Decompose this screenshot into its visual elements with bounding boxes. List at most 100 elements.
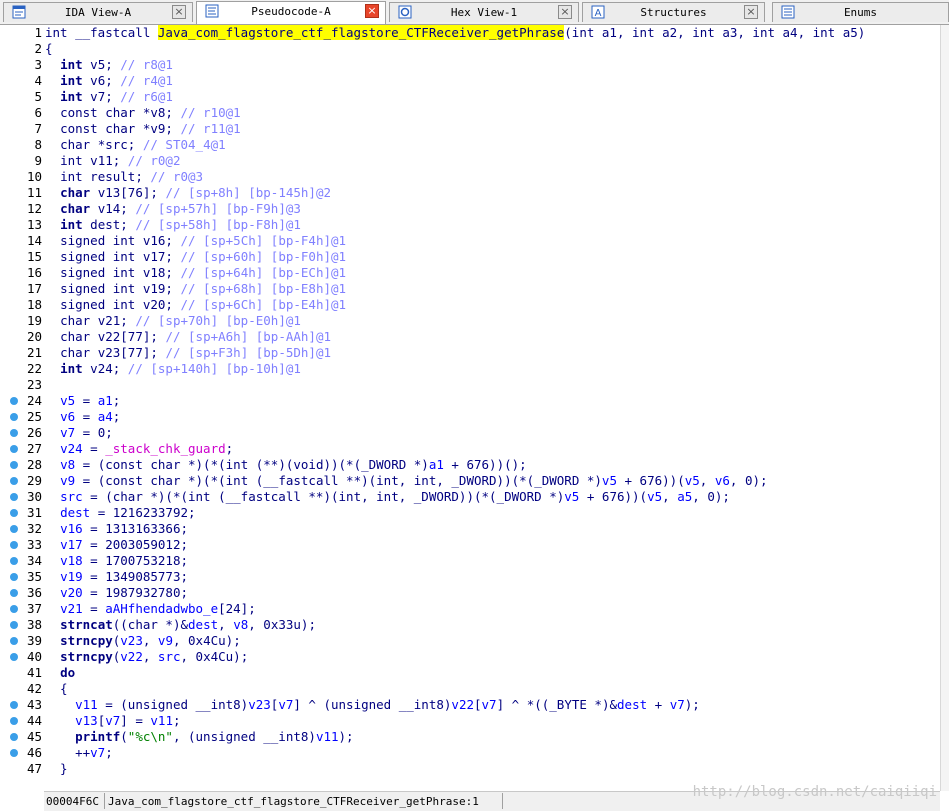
code-token[interactable]: v5 — [602, 473, 617, 488]
code-line[interactable]: 22 int v24; // [sp+140h] [bp-10h]@1 — [0, 361, 940, 377]
code-token[interactable]: dest — [188, 617, 218, 632]
code-line[interactable]: 16 signed int v18; // [sp+64h] [bp-ECh]@… — [0, 265, 940, 281]
code-text[interactable]: char v14; // [sp+57h] [bp-F9h]@3 — [45, 201, 301, 217]
code-text[interactable]: v13[v7] = v11; — [45, 713, 180, 729]
breakpoint-dot-icon[interactable] — [10, 605, 18, 613]
code-text[interactable]: signed int v19; // [sp+68h] [bp-E8h]@1 — [45, 281, 346, 297]
breakpoint-dot-icon[interactable] — [10, 621, 18, 629]
code-line[interactable]: 44 v13[v7] = v11; — [0, 713, 940, 729]
code-token[interactable]: v22 — [451, 697, 474, 712]
code-text[interactable]: v20 = 1987932780; — [45, 585, 188, 601]
code-token[interactable]: v5 — [685, 473, 700, 488]
code-line[interactable]: 47 } — [0, 761, 940, 777]
code-text[interactable]: int result; // r0@3 — [45, 169, 203, 185]
code-token[interactable]: v9 — [60, 473, 75, 488]
code-line[interactable]: 42 { — [0, 681, 940, 697]
code-text[interactable]: } — [45, 761, 68, 777]
close-icon[interactable]: × — [172, 5, 186, 19]
code-token[interactable]: v18 — [60, 553, 83, 568]
close-icon[interactable]: × — [365, 4, 379, 18]
code-token[interactable]: v6 — [715, 473, 730, 488]
code-text[interactable]: char v13[76]; // [sp+8h] [bp-145h]@2 — [45, 185, 331, 201]
code-line[interactable]: 19 char v21; // [sp+70h] [bp-E0h]@1 — [0, 313, 940, 329]
code-text[interactable]: printf("%c\n", (unsigned __int8)v11); — [45, 729, 353, 745]
code-token[interactable]: v9 — [158, 633, 173, 648]
code-text[interactable]: strncpy(v22, src, 0x4Cu); — [45, 649, 248, 665]
code-line[interactable]: 8 char *src; // ST04_4@1 — [0, 137, 940, 153]
code-text[interactable]: char v21; // [sp+70h] [bp-E0h]@1 — [45, 313, 301, 329]
breakpoint-dot-icon[interactable] — [10, 573, 18, 581]
code-text[interactable]: dest = 1216233792; — [45, 505, 195, 521]
code-text[interactable]: const char *v8; // r10@1 — [45, 105, 241, 121]
code-token[interactable]: v6 — [60, 409, 75, 424]
code-line[interactable]: 38 strncat((char *)&dest, v8, 0x33u); — [0, 617, 940, 633]
code-line[interactable]: 34 v18 = 1700753218; — [0, 553, 940, 569]
close-icon[interactable]: × — [558, 5, 572, 19]
code-line[interactable]: 13 int dest; // [sp+58h] [bp-F8h]@1 — [0, 217, 940, 233]
code-text[interactable]: v7 = 0; — [45, 425, 113, 441]
code-token[interactable]: v16 — [60, 521, 83, 536]
code-token[interactable]: v21 — [60, 601, 83, 616]
code-text[interactable]: src = (char *)(*(int (__fastcall **)(int… — [45, 489, 730, 505]
code-text[interactable]: { — [45, 41, 53, 57]
code-text[interactable]: v5 = a1; — [45, 393, 120, 409]
code-text[interactable]: int v7; // r6@1 — [45, 89, 173, 105]
code-line[interactable]: 45 printf("%c\n", (unsigned __int8)v11); — [0, 729, 940, 745]
code-line[interactable]: 23 — [0, 377, 940, 393]
breakpoint-dot-icon[interactable] — [10, 637, 18, 645]
code-line[interactable]: 41 do — [0, 665, 940, 681]
breakpoint-dot-icon[interactable] — [10, 397, 18, 405]
code-text[interactable]: v11 = (unsigned __int8)v23[v7] ^ (unsign… — [45, 697, 700, 713]
code-text[interactable]: int v5; // r8@1 — [45, 57, 173, 73]
code-line[interactable]: 28 v8 = (const char *)(*(int (**)(void))… — [0, 457, 940, 473]
code-line[interactable]: 39 strncpy(v23, v9, 0x4Cu); — [0, 633, 940, 649]
code-token[interactable]: v11 — [150, 713, 173, 728]
code-line[interactable]: 20 char v22[77]; // [sp+A6h] [bp-AAh]@1 — [0, 329, 940, 345]
code-text[interactable]: v9 = (const char *)(*(int (__fastcall **… — [45, 473, 767, 489]
breakpoint-dot-icon[interactable] — [10, 733, 18, 741]
tab-hex-view-1[interactable]: Hex View-1 × — [389, 2, 579, 22]
code-token[interactable]: v19 — [60, 569, 83, 584]
code-line[interactable]: 27 v24 = _stack_chk_guard; — [0, 441, 940, 457]
code-text[interactable]: int v6; // r4@1 — [45, 73, 173, 89]
code-text[interactable]: v8 = (const char *)(*(int (**)(void))(*(… — [45, 457, 527, 473]
code-token[interactable]: a1 — [429, 457, 444, 472]
code-token[interactable]: v11 — [75, 697, 98, 712]
code-token[interactable]: a4 — [98, 409, 113, 424]
code-token[interactable]: v17 — [60, 537, 83, 552]
code-token[interactable]: v7 — [278, 697, 293, 712]
code-line[interactable]: 32 v16 = 1313163366; — [0, 521, 940, 537]
breakpoint-dot-icon[interactable] — [10, 749, 18, 757]
code-line[interactable]: 35 v19 = 1349085773; — [0, 569, 940, 585]
code-token[interactable]: src — [158, 649, 181, 664]
code-text[interactable]: strncat((char *)&dest, v8, 0x33u); — [45, 617, 316, 633]
code-line[interactable]: 31 dest = 1216233792; — [0, 505, 940, 521]
breakpoint-dot-icon[interactable] — [10, 429, 18, 437]
breakpoint-dot-icon[interactable] — [10, 717, 18, 725]
code-text[interactable]: char v22[77]; // [sp+A6h] [bp-AAh]@1 — [45, 329, 331, 345]
code-token[interactable]: v23 — [248, 697, 271, 712]
code-line[interactable]: 25 v6 = a4; — [0, 409, 940, 425]
vertical-scrollbar[interactable] — [940, 25, 949, 791]
code-text[interactable]: ++v7; — [45, 745, 113, 761]
tab-pseudocode-a[interactable]: Pseudocode-A × — [196, 1, 386, 24]
code-line[interactable]: 15 signed int v17; // [sp+60h] [bp-F0h]@… — [0, 249, 940, 265]
breakpoint-dot-icon[interactable] — [10, 653, 18, 661]
code-token[interactable]: src — [60, 489, 83, 504]
code-token[interactable]: v13 — [75, 713, 98, 728]
code-text[interactable]: strncpy(v23, v9, 0x4Cu); — [45, 633, 241, 649]
code-line[interactable]: 6 const char *v8; // r10@1 — [0, 105, 940, 121]
breakpoint-dot-icon[interactable] — [10, 445, 18, 453]
code-line[interactable]: 11 char v13[76]; // [sp+8h] [bp-145h]@2 — [0, 185, 940, 201]
code-line[interactable]: 26 v7 = 0; — [0, 425, 940, 441]
code-text[interactable]: signed int v16; // [sp+5Ch] [bp-F4h]@1 — [45, 233, 346, 249]
breakpoint-dot-icon[interactable] — [10, 557, 18, 565]
code-text[interactable]: signed int v17; // [sp+60h] [bp-F0h]@1 — [45, 249, 346, 265]
breakpoint-dot-icon[interactable] — [10, 525, 18, 533]
code-text[interactable]: char v23[77]; // [sp+F3h] [bp-5Dh]@1 — [45, 345, 331, 361]
pseudocode-view[interactable]: 1 int __fastcall Java_com_flagstore_ctf_f… — [0, 25, 940, 791]
code-line[interactable]: 10 int result; // r0@3 — [0, 169, 940, 185]
code-token[interactable]: dest — [60, 505, 90, 520]
code-text[interactable]: int __fastcall Java_com_flagstore_ctf_fl… — [45, 25, 865, 41]
breakpoint-dot-icon[interactable] — [10, 589, 18, 597]
